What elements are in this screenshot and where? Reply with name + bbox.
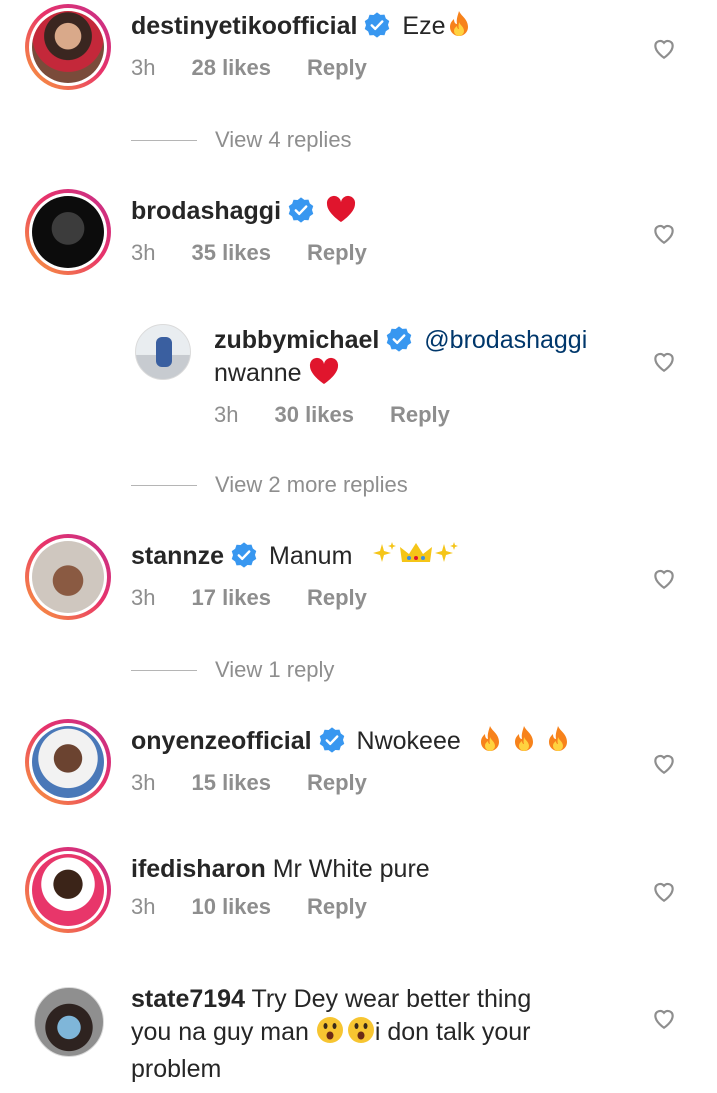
reply-button[interactable]: Reply: [307, 894, 367, 920]
verified-badge-icon: [387, 326, 412, 352]
crown-emoji-icon: [399, 540, 433, 577]
avatar: [32, 726, 104, 798]
avatar: [32, 854, 104, 926]
likes-count[interactable]: 10 likes: [191, 894, 271, 920]
sparkles-emoji-icon: [433, 540, 461, 577]
comment-text-line-2b: i don talk your: [374, 1018, 531, 1046]
username[interactable]: brodashaggi: [131, 197, 281, 225]
like-heart-icon[interactable]: [651, 565, 677, 591]
fire-emoji-icon: [544, 725, 572, 762]
comment-text: nwanne: [214, 359, 302, 387]
comment-meta: 3h 35 likes Reply: [131, 240, 631, 266]
verified-badge-icon: [365, 12, 390, 38]
comment-meta: 3h 10 likes Reply: [131, 894, 631, 920]
avatar-story-ring[interactable]: [25, 189, 111, 275]
comment-meta: 3h 15 likes Reply: [131, 770, 631, 796]
verified-badge-icon: [231, 542, 257, 568]
reply-button[interactable]: Reply: [307, 240, 367, 266]
avatar[interactable]: [135, 324, 191, 380]
astonished-face-emoji-icon: [347, 1016, 375, 1053]
comment-text: Mr White pure: [272, 855, 430, 883]
avatar-story-ring[interactable]: [25, 4, 111, 90]
red-heart-emoji-icon: [326, 195, 356, 232]
avatar: [32, 11, 104, 83]
avatar-story-ring[interactable]: [25, 534, 111, 620]
like-heart-icon[interactable]: [651, 35, 677, 61]
mention-link[interactable]: @brodashaggi: [424, 326, 587, 354]
fire-emoji-icon: [476, 725, 504, 762]
comment-time: 3h: [131, 770, 156, 795]
comment-time: 3h: [131, 55, 156, 80]
like-heart-icon[interactable]: [651, 878, 677, 904]
username[interactable]: destinyetikoofficial: [131, 12, 357, 40]
comment-time: 3h: [131, 585, 156, 610]
username[interactable]: zubbymichael: [214, 326, 379, 354]
divider-line: [131, 139, 197, 141]
reply-button[interactable]: Reply: [307, 770, 367, 796]
username[interactable]: ifedisharon: [131, 855, 266, 883]
likes-count[interactable]: 17 likes: [191, 585, 271, 611]
comment-meta: 3h 30 likes Reply: [214, 402, 644, 428]
comment-text-line-2a: you na guy man: [131, 1018, 309, 1046]
comment-time: 3h: [131, 894, 156, 919]
view-replies-link[interactable]: View 1 reply: [131, 655, 334, 685]
username[interactable]: state7194: [131, 985, 245, 1013]
astonished-face-emoji-icon: [316, 1016, 344, 1053]
comment-text: Eze: [402, 12, 446, 40]
view-replies-link[interactable]: View 2 more replies: [131, 470, 408, 500]
reply-button[interactable]: Reply: [307, 585, 367, 611]
view-replies-label: View 4 replies: [215, 127, 352, 152]
reply-button[interactable]: Reply: [307, 55, 367, 81]
divider-line: [131, 669, 197, 671]
username[interactable]: stannze: [131, 542, 224, 570]
username[interactable]: onyenzeofficial: [131, 727, 312, 755]
divider-line: [131, 484, 197, 486]
view-replies-label: View 1 reply: [215, 657, 335, 682]
like-heart-icon[interactable]: [651, 1005, 677, 1031]
likes-count[interactable]: 28 likes: [191, 55, 271, 81]
verified-badge-icon: [288, 197, 314, 223]
comment-time: 3h: [131, 240, 156, 265]
comment-text-line-3: problem: [131, 1055, 222, 1083]
likes-count[interactable]: 35 likes: [191, 240, 271, 266]
comment-text: Nwokeee: [356, 727, 461, 755]
comment-text-line-1: Try Dey wear better thing: [251, 985, 532, 1013]
avatar[interactable]: [34, 987, 104, 1057]
fire-emoji-icon: [510, 725, 538, 762]
likes-count[interactable]: 30 likes: [274, 402, 354, 428]
avatar: [32, 541, 104, 613]
avatar: [32, 196, 104, 268]
likes-count[interactable]: 15 likes: [191, 770, 271, 796]
view-replies-link[interactable]: View 4 replies: [131, 125, 352, 155]
sparkles-emoji-icon: [371, 540, 399, 577]
avatar-story-ring[interactable]: [25, 847, 111, 933]
comment-meta: 3h 17 likes Reply: [131, 585, 631, 611]
comment-text: Manum: [269, 542, 353, 570]
red-heart-emoji-icon: [309, 357, 339, 394]
view-replies-label: View 2 more replies: [215, 472, 408, 497]
like-heart-icon[interactable]: [651, 348, 677, 374]
comment-time: 3h: [214, 402, 239, 427]
avatar-story-ring[interactable]: [25, 719, 111, 805]
like-heart-icon[interactable]: [651, 220, 677, 246]
reply-button[interactable]: Reply: [390, 402, 450, 428]
verified-badge-icon: [319, 727, 344, 753]
comment-meta: 3h 28 likes Reply: [131, 55, 631, 81]
fire-emoji-icon: [446, 10, 472, 47]
like-heart-icon[interactable]: [651, 750, 677, 776]
